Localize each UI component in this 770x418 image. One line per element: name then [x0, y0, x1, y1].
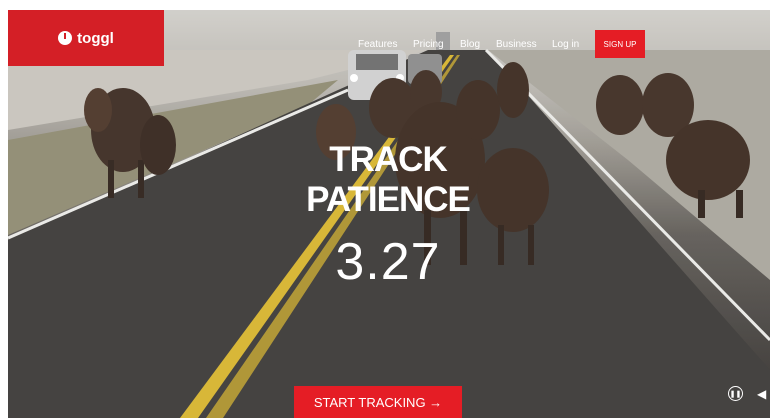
signup-button[interactable]: SIGN UP [595, 30, 645, 58]
pause-icon[interactable]: ❚❚ [728, 386, 743, 401]
logo-text: toggl [77, 29, 114, 47]
start-tracking-button[interactable]: START TRACKING → [294, 386, 462, 418]
hero-background: toggl Features Pricing Blog Business Log… [8, 10, 770, 418]
nav-features[interactable]: Features [358, 39, 397, 50]
nav-login[interactable]: Log in [552, 39, 579, 50]
headline-line-2: PATIENCE [306, 180, 471, 219]
power-icon [58, 31, 73, 45]
nav-pricing[interactable]: Pricing [413, 39, 444, 50]
nav-blog[interactable]: Blog [460, 39, 480, 50]
volume-icon[interactable]: ◀ [757, 387, 766, 401]
headline-line-1: TRACK [329, 140, 447, 179]
toggl-logo[interactable]: toggl [8, 10, 164, 66]
timer-display: 3.27 [335, 233, 441, 291]
nav-business[interactable]: Business [496, 39, 537, 50]
